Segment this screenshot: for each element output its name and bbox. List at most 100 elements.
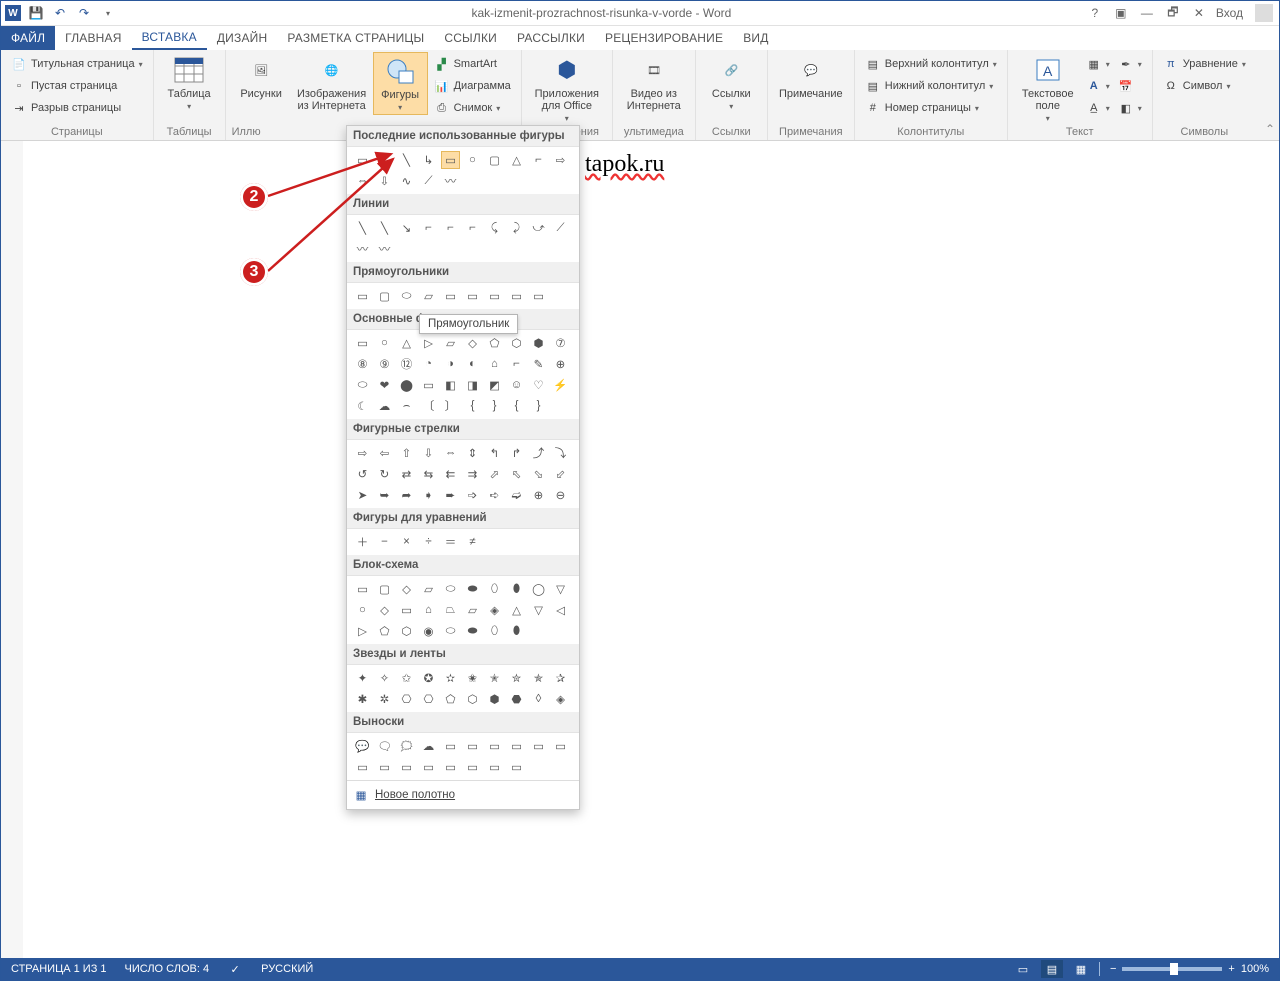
- shape-row-basic-17-icon[interactable]: ⌐: [507, 355, 526, 373]
- shape-row-stars-14-icon[interactable]: ⬠: [441, 690, 460, 708]
- online-video-button[interactable]: 🎞Видео из Интернета: [619, 52, 689, 114]
- shape-notequal-icon[interactable]: ≠: [463, 533, 482, 551]
- shape-row-stars-3-icon[interactable]: ✪: [419, 669, 438, 687]
- shape-row-basic-5-icon[interactable]: ◇: [463, 334, 482, 352]
- shape-row-arrows-28-icon[interactable]: ⊕: [529, 486, 548, 504]
- shape-row-arrows-27-icon[interactable]: ➫: [507, 486, 526, 504]
- shape-row-arrows-26-icon[interactable]: ➪: [485, 486, 504, 504]
- shape-row-basic-28-icon[interactable]: ♡: [529, 376, 548, 394]
- ribbon-options-icon[interactable]: ▣: [1112, 4, 1130, 22]
- shape-row-basic-33-icon[interactable]: 〔: [419, 397, 438, 415]
- shape-row-call-12-icon[interactable]: ▭: [397, 758, 416, 776]
- shape-multiply-icon[interactable]: ×: [397, 533, 416, 551]
- shape-row-call-2-icon[interactable]: 🗯: [397, 737, 416, 755]
- minimize-icon[interactable]: —: [1138, 4, 1156, 22]
- screenshot-button[interactable]: ⎙Снимок▾: [430, 98, 515, 118]
- shape-row-basic-27-icon[interactable]: ☺: [507, 376, 526, 394]
- shapes-new-canvas[interactable]: ▦ Новое полотно: [347, 780, 579, 809]
- shape-row-basic-16-icon[interactable]: ⌂: [485, 355, 504, 373]
- shape-row-flow-12-icon[interactable]: ▭: [397, 601, 416, 619]
- shape-row-flow-26-icon[interactable]: ⬯: [485, 622, 504, 640]
- shape-row-basic-13-icon[interactable]: ◔: [419, 355, 438, 373]
- shape-triangle-icon[interactable]: △: [507, 151, 526, 169]
- shape-line-b-icon[interactable]: ╲: [375, 219, 394, 237]
- shape-row-stars-8-icon[interactable]: ✯: [529, 669, 548, 687]
- shape-row-flow-19-icon[interactable]: ◁: [551, 601, 570, 619]
- shape-row-basic-25-icon[interactable]: ◨: [463, 376, 482, 394]
- shape-row-basic-6-icon[interactable]: ⬠: [485, 334, 504, 352]
- shape-row-flow-18-icon[interactable]: ▽: [529, 601, 548, 619]
- shape-line2-icon[interactable]: ╲: [397, 151, 416, 169]
- spellcheck-icon[interactable]: ✓: [227, 961, 243, 977]
- shape-row-arrows-20-icon[interactable]: ➤: [353, 486, 372, 504]
- shape-row-arrows-19-icon[interactable]: ⬃: [551, 465, 570, 483]
- shape-row-arrows-5-icon[interactable]: ⇕: [463, 444, 482, 462]
- shape-row-flow-9-icon[interactable]: ▽: [551, 580, 570, 598]
- shape-row-stars-17-icon[interactable]: ⬣: [507, 690, 526, 708]
- page-break-button[interactable]: ⇥Разрыв страницы: [7, 98, 147, 118]
- tab-home[interactable]: ГЛАВНАЯ: [55, 26, 131, 50]
- object-button[interactable]: ◧▾: [1114, 98, 1146, 118]
- shape-scribble-icon[interactable]: 〰: [441, 172, 460, 190]
- shape-row-stars-4-icon[interactable]: ✫: [441, 669, 460, 687]
- dropcap-button[interactable]: A̲▾: [1082, 98, 1114, 118]
- equation-button[interactable]: πУравнение▾: [1159, 54, 1250, 74]
- shape-row-stars-2-icon[interactable]: ✩: [397, 669, 416, 687]
- shape-equals-icon[interactable]: ＝: [441, 533, 460, 551]
- shape-line-c-icon[interactable]: ↘: [397, 219, 416, 237]
- shape-freeform-icon[interactable]: ⟋: [419, 172, 438, 190]
- zoom-control[interactable]: − + 100%: [1110, 963, 1269, 975]
- page-number-button[interactable]: #Номер страницы▾: [861, 98, 1001, 118]
- shape-arrow-down-icon[interactable]: ⇩: [375, 172, 394, 190]
- shape-connector2-icon[interactable]: ⌐: [529, 151, 548, 169]
- textbox-button[interactable]: AТекстовое поле▾: [1014, 52, 1082, 125]
- shape-rect7-icon[interactable]: ▭: [485, 287, 504, 305]
- shape-row-flow-27-icon[interactable]: ⬮: [507, 622, 526, 640]
- shape-row-flow-24-icon[interactable]: ⬭: [441, 622, 460, 640]
- shape-row-basic-26-icon[interactable]: ◩: [485, 376, 504, 394]
- shape-row-arrows-24-icon[interactable]: ➨: [441, 486, 460, 504]
- footer-button[interactable]: ▤Нижний колонтитул▾: [861, 76, 1001, 96]
- shape-row-stars-11-icon[interactable]: ✲: [375, 690, 394, 708]
- shape-row-arrows-4-icon[interactable]: ⇔: [441, 444, 460, 462]
- shape-row-arrows-3-icon[interactable]: ⇩: [419, 444, 438, 462]
- shape-row-call-8-icon[interactable]: ▭: [529, 737, 548, 755]
- shape-rect9-icon[interactable]: ▭: [529, 287, 548, 305]
- shape-freeform2-icon[interactable]: ⟋: [551, 219, 570, 237]
- shape-row-arrows-0-icon[interactable]: ⇨: [353, 444, 372, 462]
- help-icon[interactable]: ?: [1086, 4, 1104, 22]
- shape-row-stars-19-icon[interactable]: ◈: [551, 690, 570, 708]
- tab-review[interactable]: РЕЦЕНЗИРОВАНИЕ: [595, 26, 733, 50]
- shape-row-stars-13-icon[interactable]: ⎔: [419, 690, 438, 708]
- shape-row-stars-15-icon[interactable]: ⬡: [463, 690, 482, 708]
- title-page-button[interactable]: 📄Титульная страница▾: [7, 54, 147, 74]
- quickparts-button[interactable]: ▦▾: [1082, 54, 1114, 74]
- shape-curve-c-icon[interactable]: ⤻: [529, 219, 548, 237]
- shape-row-flow-0-icon[interactable]: ▭: [353, 580, 372, 598]
- shape-row-basic-8-icon[interactable]: ⬢: [529, 334, 548, 352]
- shape-row-basic-2-icon[interactable]: △: [397, 334, 416, 352]
- shape-row-basic-31-icon[interactable]: ☁: [375, 397, 394, 415]
- shape-row-call-15-icon[interactable]: ▭: [463, 758, 482, 776]
- shape-row-flow-16-icon[interactable]: ◈: [485, 601, 504, 619]
- shape-row-stars-16-icon[interactable]: ⬢: [485, 690, 504, 708]
- header-button[interactable]: ▤Верхний колонтитул▾: [861, 54, 1001, 74]
- shape-row-flow-6-icon[interactable]: ⬯: [485, 580, 504, 598]
- shape-row-arrows-15-icon[interactable]: ⇉: [463, 465, 482, 483]
- shape-row-arrows-21-icon[interactable]: ➥: [375, 486, 394, 504]
- zoom-slider[interactable]: [1122, 967, 1222, 971]
- print-layout-icon[interactable]: ▤: [1041, 960, 1063, 978]
- shape-curve-b-icon[interactable]: ⤸: [507, 219, 526, 237]
- zoom-in-icon[interactable]: +: [1228, 963, 1234, 975]
- shape-row-arrows-29-icon[interactable]: ⊖: [551, 486, 570, 504]
- shape-row-basic-36-icon[interactable]: }: [485, 397, 504, 415]
- pictures-button[interactable]: 🖼 Рисунки: [232, 52, 291, 102]
- table-button[interactable]: Таблица▾: [160, 52, 219, 113]
- shape-row-flow-17-icon[interactable]: △: [507, 601, 526, 619]
- shape-row-call-0-icon[interactable]: 💬: [353, 737, 372, 755]
- shape-row-basic-29-icon[interactable]: ⚡: [551, 376, 570, 394]
- close-icon[interactable]: ✕: [1190, 4, 1208, 22]
- online-pictures-button[interactable]: 🌐 Изображения из Интернета: [291, 52, 373, 114]
- login-label[interactable]: Вход: [1216, 6, 1243, 20]
- shape-row-call-14-icon[interactable]: ▭: [441, 758, 460, 776]
